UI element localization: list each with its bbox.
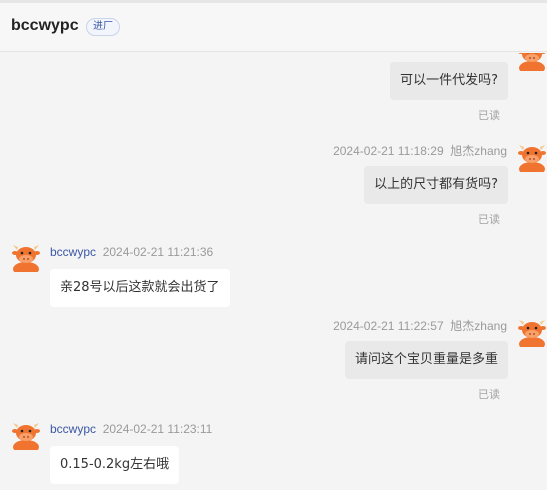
message-bubble[interactable]: 亲28号以后这款就会出货了 (50, 269, 230, 307)
chat-header: bccwypc 进厂 (0, 3, 547, 52)
sender-name: 旭杰zhang (450, 319, 507, 333)
message-bubble[interactable]: 以上的尺寸都有货吗? (364, 166, 508, 204)
message-bubble[interactable]: 可以一件代发吗? (390, 62, 508, 100)
cartoon-cow-avatar-icon[interactable] (517, 142, 547, 176)
message-time: 2024-02-21 11:21:36 (102, 245, 214, 259)
message-bubble[interactable]: 请问这个宝贝重量是多重 (344, 341, 508, 379)
message-time: 2024-02-21 11:18:29 (333, 144, 444, 158)
message-meta: bccwypc 2024-02-21 11:21:36 (50, 245, 213, 259)
message-meta: 2024-02-21 11:18:29 旭杰zhang (333, 142, 507, 159)
sender-name: 旭杰zhang (450, 144, 507, 158)
message-list[interactable]: 可以一件代发吗? 已读 2024-02-21 11:18:29 旭杰zhang … (0, 53, 547, 490)
contact-badge: 进厂 (86, 18, 120, 36)
message-meta: bccwypc 2024-02-21 11:23:11 (50, 422, 212, 436)
cartoon-cow-avatar-icon[interactable] (517, 53, 547, 75)
message-time: 2024-02-21 11:22:57 (333, 319, 444, 333)
message-time: 2024-02-21 11:23:11 (102, 422, 213, 436)
read-receipt: 已读 (478, 109, 500, 122)
cartoon-cow-avatar-icon[interactable] (517, 317, 547, 351)
cartoon-cow-avatar-icon[interactable] (11, 242, 41, 276)
cartoon-cow-avatar-icon[interactable] (11, 420, 41, 454)
sender-name: bccwypc (50, 422, 97, 436)
read-receipt: 已读 (478, 388, 500, 401)
contact-name[interactable]: bccwypc (11, 17, 79, 35)
sender-name: bccwypc (50, 245, 97, 259)
message-meta: 2024-02-21 11:22:57 旭杰zhang (333, 317, 507, 334)
message-bubble[interactable]: 0.15-0.2kg左右哦 (50, 446, 180, 484)
read-receipt: 已读 (478, 213, 500, 226)
